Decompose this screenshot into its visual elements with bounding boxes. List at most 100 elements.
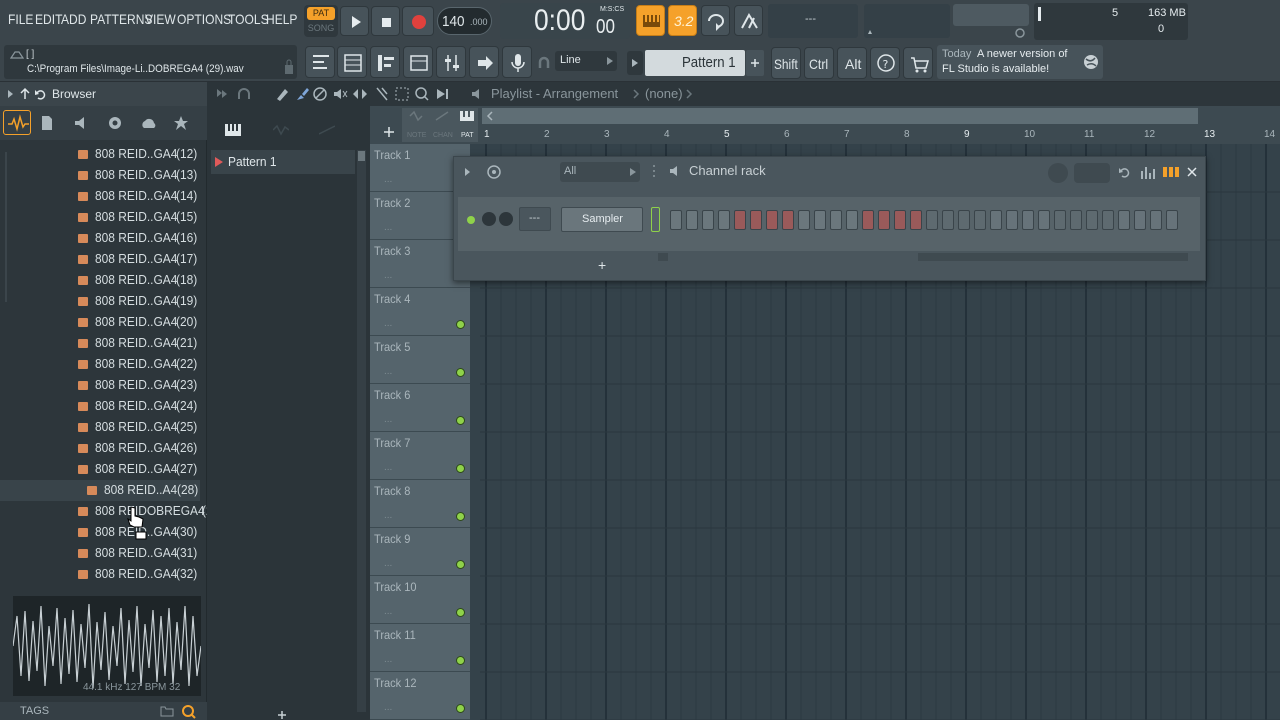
ctrl-button[interactable]: Ctrl [804,47,834,79]
undo-icon[interactable] [34,87,46,100]
plus-icon[interactable] [277,710,287,720]
step-button[interactable] [894,210,906,230]
step-button[interactable] [670,210,682,230]
file-list-item[interactable]: 808 REIDOBREGA4(29)☆ [0,501,240,522]
plus-icon[interactable] [383,126,395,138]
step-button[interactable] [686,210,698,230]
shop-button[interactable] [903,47,933,79]
step-button[interactable] [926,210,938,230]
step-button[interactable] [1150,210,1162,230]
step-button[interactable] [734,210,746,230]
pat-song-toggle[interactable]: PAT SONG [304,5,338,37]
menu-tools[interactable]: TOOLS [228,11,269,27]
horizontal-scrollbar[interactable] [482,108,1198,124]
export-button[interactable] [469,46,499,78]
slice-icon[interactable] [374,86,390,102]
typing-keyboard-button[interactable] [636,5,665,36]
file-list-item[interactable]: 808 REID..GA4 (23) [0,375,200,396]
track-header[interactable]: Track 10... [370,576,470,624]
step-button[interactable] [1022,210,1034,230]
options-icon[interactable] [486,164,502,180]
step-button[interactable] [1102,210,1114,230]
piano-keys-icon[interactable] [225,124,241,136]
step-button[interactable] [1134,210,1146,230]
menu-help[interactable]: HELP [266,11,297,27]
tempo-display[interactable]: 140 .000 [437,7,492,35]
automation-icon[interactable] [319,124,335,136]
track-header[interactable]: Track 6... [370,384,470,432]
track-mute-led[interactable] [456,560,465,569]
track-mute-led[interactable] [456,512,465,521]
menu-patterns[interactable]: PATTERNS [90,11,152,27]
delete-icon[interactable] [312,86,328,102]
help-button[interactable]: ? [870,47,900,79]
file-list-item[interactable]: 808 REID..GA4 (25) [0,417,200,438]
step-button[interactable] [1086,210,1098,230]
track-mute-led[interactable] [456,320,465,329]
menu-edit[interactable]: EDIT [35,11,62,27]
file-list-item[interactable]: 808 REID..GA4 (14) [0,186,200,207]
step-button[interactable] [1006,210,1018,230]
search-icon[interactable] [181,704,197,720]
waveform-preview[interactable]: 44.1 kHz 127 BPM 32 [13,596,201,696]
pattern-scroll-thumb[interactable] [358,151,365,161]
track-mute-led[interactable] [456,416,465,425]
channel-mute-led[interactable] [467,216,475,224]
step-button[interactable] [1166,210,1178,230]
track-header[interactable]: Track 9... [370,528,470,576]
plugin-icon[interactable] [107,115,123,131]
step-button[interactable] [942,210,954,230]
step-button[interactable] [718,210,730,230]
file-list-item[interactable]: 808 REID..GA4 (17) [0,249,200,270]
file-list-item[interactable]: 808 REID..GA4 (19) [0,291,200,312]
track-header[interactable]: Track 7... [370,432,470,480]
loop-record-button[interactable] [701,5,730,36]
file-list-item[interactable]: 808 REID..GA4 (18) [0,270,200,291]
channel-view-icon[interactable] [434,110,450,122]
file-list-item[interactable]: 808 REID..GA4 (20) [0,312,200,333]
swing-knob[interactable] [1048,163,1068,183]
slip-icon[interactable] [352,86,368,102]
timeline-ruler[interactable]: 1 2 3 4 5 6 7 8 9 10 11 12 13 14 [482,126,1280,144]
step-button[interactable] [974,210,986,230]
file-list-item[interactable]: 808 REID..GA4 (12) [0,144,200,165]
file-list-item[interactable]: 808 REID..GA4 (31) [0,543,200,564]
playback-icon[interactable] [434,86,450,102]
channel-pan-knob[interactable] [499,212,513,226]
drag-handle-icon[interactable] [652,163,656,179]
track-header[interactable]: Track 12... [370,672,470,720]
step-button[interactable] [1038,210,1050,230]
step-button[interactable] [1054,210,1066,230]
add-pattern-button[interactable] [746,50,764,76]
master-volume[interactable] [953,4,1029,26]
chevron-right-icon[interactable] [7,89,14,99]
channel-select-indicator[interactable] [651,207,660,232]
swing-slider[interactable] [1074,163,1110,183]
zoom-icon[interactable] [414,86,430,102]
step-button[interactable] [750,210,762,230]
pattern-selector[interactable]: Pattern 1 [645,50,745,76]
step-button[interactable] [814,210,826,230]
waveform-small-icon[interactable] [273,124,289,136]
piano-keys-icon[interactable] [459,110,475,122]
step-button[interactable] [846,210,858,230]
step-button[interactable] [990,210,1002,230]
step-button[interactable] [910,210,922,230]
brush-icon[interactable] [294,86,310,102]
alt-button[interactable]: Alt [837,47,867,79]
add-channel-button[interactable]: + [598,257,606,273]
pattern-scrollbar[interactable] [357,150,366,712]
step-button[interactable] [862,210,874,230]
track-mute-led[interactable] [456,656,465,665]
file-list-item[interactable]: 808 REID..GA4 (16) [0,228,200,249]
file-list-item[interactable]: 808 REID..GA4 (24) [0,396,200,417]
graph-editor-icon[interactable] [1139,165,1155,179]
step-button[interactable] [878,210,890,230]
browser-tab-all[interactable] [3,110,31,135]
track-header[interactable]: Track 4... [370,288,470,336]
close-icon[interactable] [1186,166,1198,178]
file-list-item[interactable]: 808 REID..GA4 (26) [0,438,200,459]
step-button[interactable] [798,210,810,230]
step-button[interactable] [782,210,794,230]
mixer-track-select[interactable]: --- [519,207,551,231]
